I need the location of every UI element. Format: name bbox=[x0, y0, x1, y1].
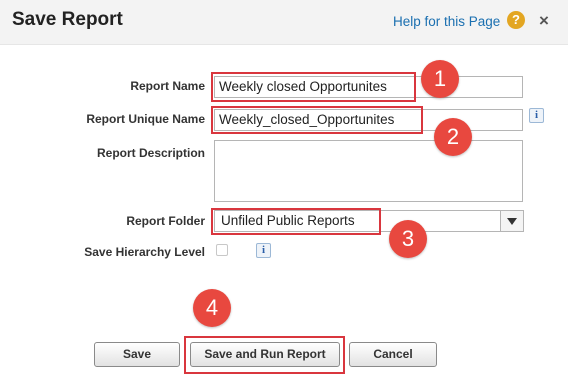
callout-badge-1: 1 bbox=[421, 60, 459, 98]
report-description-label: Report Description bbox=[96, 146, 205, 160]
header-divider bbox=[0, 44, 568, 45]
save-hierarchy-level-checkbox[interactable] bbox=[216, 244, 228, 256]
cancel-button[interactable]: Cancel bbox=[349, 342, 437, 367]
save-hierarchy-level-label: Save Hierarchy Level bbox=[84, 245, 205, 259]
report-name-highlight bbox=[211, 72, 416, 102]
unique-name-highlight bbox=[211, 106, 423, 134]
report-unique-name-label: Report Unique Name bbox=[86, 112, 205, 126]
save-and-run-report-button[interactable]: Save and Run Report bbox=[190, 342, 340, 367]
close-icon[interactable]: × bbox=[534, 11, 554, 31]
dialog-header: Save Report Help for this Page ? × bbox=[0, 0, 568, 44]
hierarchy-info-icon[interactable]: i bbox=[256, 243, 271, 258]
report-folder-highlight bbox=[211, 208, 381, 235]
callout-badge-4: 4 bbox=[193, 289, 231, 327]
report-name-label: Report Name bbox=[130, 79, 205, 93]
help-icon[interactable]: ? bbox=[507, 11, 525, 29]
dropdown-arrow-icon[interactable] bbox=[500, 211, 523, 231]
dialog-title: Save Report bbox=[12, 9, 123, 30]
report-description-textarea[interactable] bbox=[214, 140, 523, 202]
save-button[interactable]: Save bbox=[94, 342, 180, 367]
help-link[interactable]: Help for this Page bbox=[393, 14, 500, 29]
callout-badge-2: 2 bbox=[434, 118, 472, 156]
callout-badge-3: 3 bbox=[389, 220, 427, 258]
unique-name-info-icon[interactable]: i bbox=[529, 108, 544, 123]
report-folder-label: Report Folder bbox=[126, 214, 205, 228]
